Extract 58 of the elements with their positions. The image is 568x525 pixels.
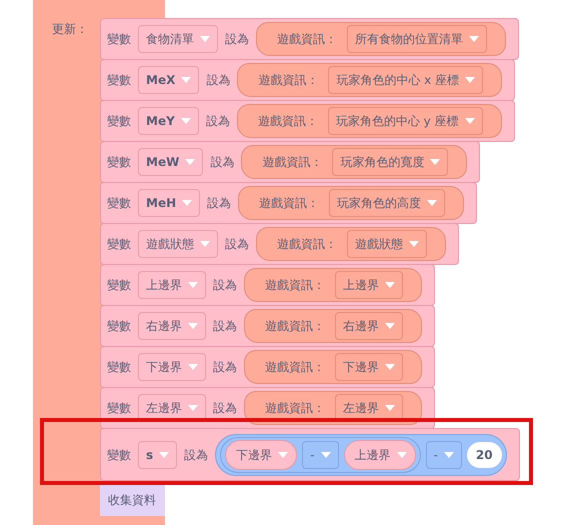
option-dropdown[interactable]: 玩家角色的寬度 <box>332 148 448 176</box>
block-keyword: 變數 <box>107 113 131 130</box>
block-keyword: 設為 <box>206 113 230 130</box>
operator-dropdown[interactable]: - <box>302 440 338 468</box>
option-dropdown[interactable]: 玩家角色的高度 <box>329 189 446 217</box>
block-keyword: 變數 <box>107 236 131 253</box>
variable-dropdown[interactable]: MeY <box>138 107 199 135</box>
block-keyword: 變數 <box>107 359 131 376</box>
event-label: 更新： <box>52 21 88 38</box>
option-dropdown[interactable]: 玩家角色的中心 x 座標 <box>328 66 484 94</box>
block-keyword: 設為 <box>225 31 249 48</box>
block-keyword: 設為 <box>225 236 249 253</box>
block-keyword: 設為 <box>184 446 208 464</box>
block-label: 遊戲資訊： <box>277 236 337 253</box>
variable-dropdown[interactable]: 右邊界 <box>138 312 206 340</box>
operator-dropdown[interactable]: - <box>426 440 462 468</box>
option-dropdown[interactable]: 右邊界 <box>335 312 403 340</box>
block-label: 遊戲資訊： <box>258 72 318 89</box>
block-keyword: 變數 <box>107 277 131 294</box>
option-dropdown[interactable]: 下邊界 <box>335 353 403 381</box>
variable-dropdown[interactable]: 下邊界 <box>138 353 206 381</box>
collect-data-block: 收集資料 <box>100 484 165 516</box>
block-keyword: 變數 <box>107 195 131 212</box>
block-keyword: 變數 <box>107 446 131 464</box>
variable-reporter[interactable]: 上邊界 <box>344 440 416 470</box>
block-label: 遊戲資訊： <box>265 277 325 294</box>
block-label: 遊戲資訊： <box>259 195 320 212</box>
number-field[interactable]: 20 <box>466 442 502 468</box>
block-label: 遊戲資訊： <box>277 31 337 48</box>
block-keyword: 設為 <box>213 318 237 335</box>
variable-dropdown[interactable]: 上邊界 <box>138 271 206 299</box>
block-keyword: 變數 <box>107 318 131 335</box>
block-label: 遊戲資訊： <box>262 154 322 171</box>
option-dropdown[interactable]: 上邊界 <box>335 271 403 299</box>
block-label: 遊戲資訊： <box>265 400 325 417</box>
block-label: 遊戲資訊： <box>265 359 325 376</box>
block-keyword: 變數 <box>107 400 131 417</box>
block-keyword: 設為 <box>206 72 230 89</box>
block-keyword: 設為 <box>213 400 237 417</box>
variable-reporter[interactable]: 下邊界 <box>225 440 298 470</box>
block-keyword: 變數 <box>107 72 131 89</box>
variable-dropdown[interactable]: 遊戲狀態 <box>138 230 218 258</box>
block-keyword: 設為 <box>213 359 237 376</box>
block-keyword: 設為 <box>207 195 232 212</box>
block-keyword: 設為 <box>213 277 237 294</box>
variable-dropdown[interactable]: s <box>138 440 178 468</box>
block-keyword: 變數 <box>107 154 131 171</box>
block-label: 遊戲資訊： <box>258 113 318 130</box>
option-dropdown[interactable]: 遊戲狀態 <box>347 230 427 258</box>
block-keyword: 設為 <box>210 154 234 171</box>
variable-dropdown[interactable]: 食物清單 <box>138 25 218 53</box>
variable-dropdown[interactable]: MeH <box>138 189 200 217</box>
option-dropdown[interactable]: 玩家角色的中心 y 座標 <box>328 107 483 135</box>
block-keyword: 變數 <box>107 31 131 48</box>
variable-dropdown[interactable]: MeX <box>138 66 200 94</box>
block-label: 遊戲資訊： <box>265 318 325 335</box>
option-dropdown[interactable]: 所有食物的位置清單 <box>347 25 487 53</box>
variable-dropdown[interactable]: MeW <box>138 148 204 176</box>
